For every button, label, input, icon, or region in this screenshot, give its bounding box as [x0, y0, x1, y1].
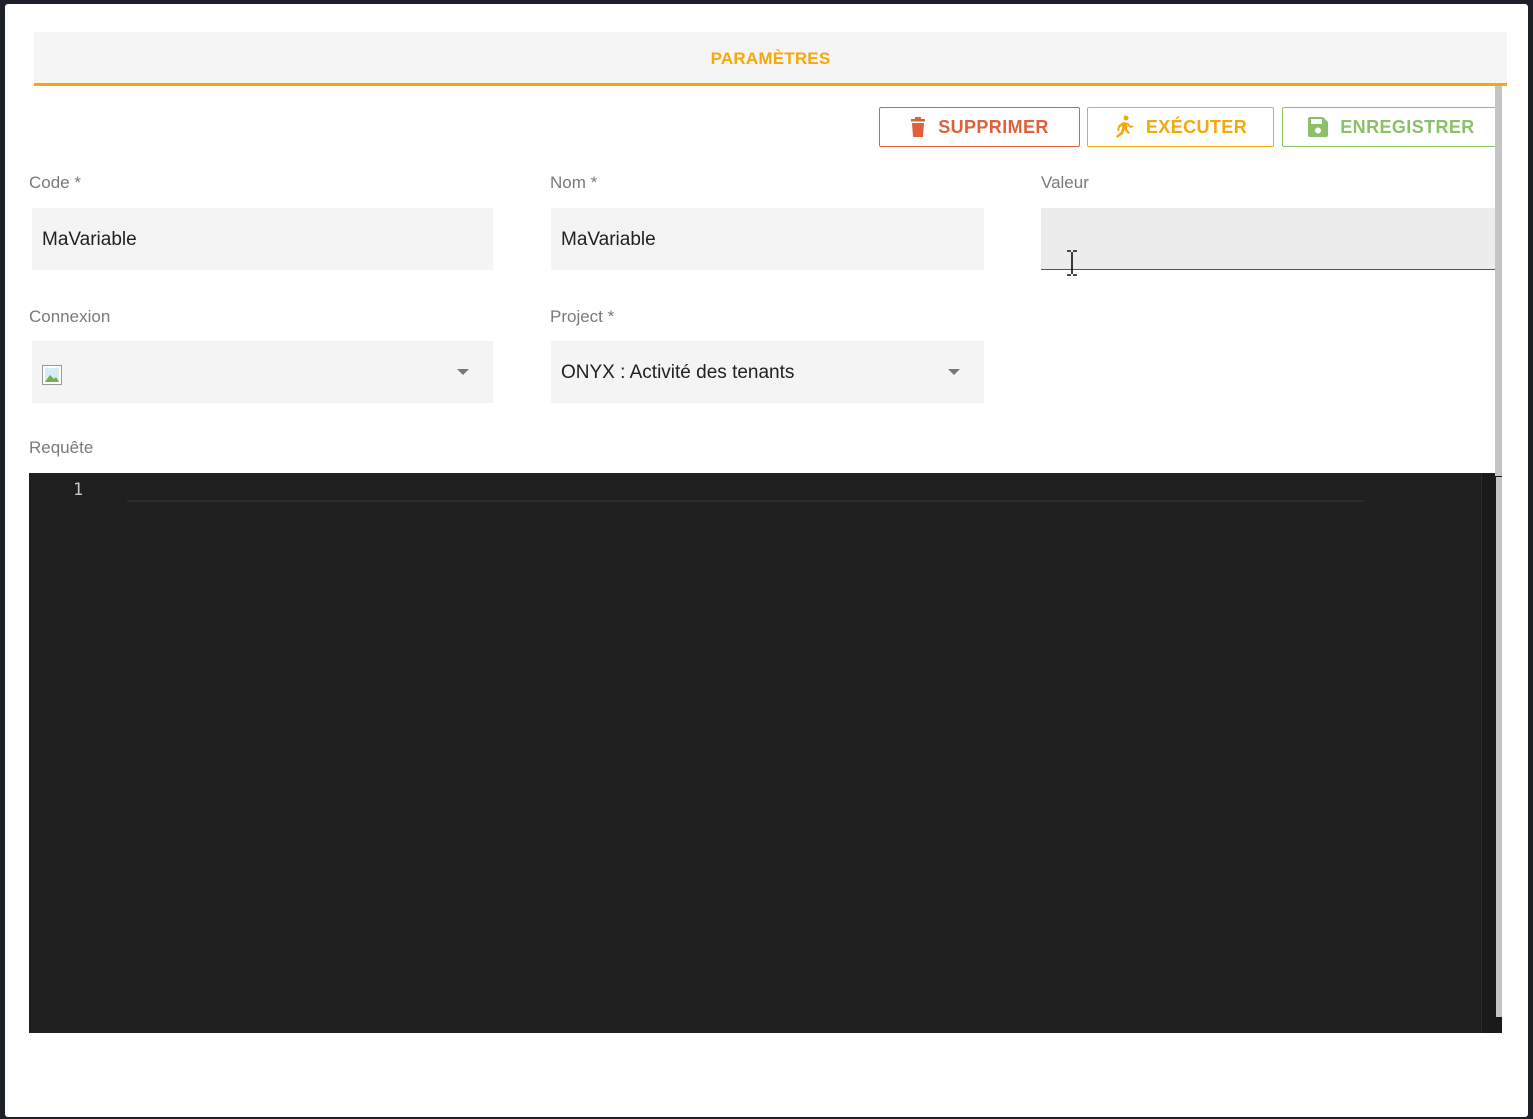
project-label: Project * [550, 307, 615, 326]
save-button-label: ENREGISTRER [1340, 116, 1475, 137]
delete-button-label: SUPPRIMER [938, 116, 1049, 137]
editor-active-line[interactable] [127, 476, 1364, 502]
tab-parametres[interactable]: PARAMÈTRES [34, 49, 1507, 69]
nom-value: MaVariable [561, 229, 656, 250]
connexion-select[interactable] [32, 341, 493, 403]
nom-field[interactable]: MaVariable [551, 208, 984, 270]
requete-label: Requête [29, 438, 94, 457]
trash-icon [910, 117, 926, 137]
editor-scrollbar[interactable] [1481, 473, 1502, 1033]
floppy-disk-icon [1308, 117, 1329, 137]
code-label: Code * [29, 173, 81, 192]
dialog-window: PARAMÈTRES SUPPRIMER EXÉCUTER ENREGISTRE… [5, 4, 1528, 1117]
page-scrollbar-thumb[interactable] [1495, 86, 1502, 476]
valeur-field[interactable] [1041, 208, 1502, 270]
line-number: 1 [73, 480, 84, 500]
execute-button-label: EXÉCUTER [1145, 116, 1248, 137]
nom-label: Nom * [550, 173, 598, 192]
broken-image-icon [42, 365, 62, 385]
tab-bar: PARAMÈTRES [34, 32, 1507, 86]
project-value: ONYX : Activité des tenants [561, 362, 795, 383]
connexion-label: Connexion [29, 307, 111, 326]
valeur-label: Valeur [1041, 173, 1089, 192]
editor-scrollbar-thumb[interactable] [1496, 477, 1502, 1017]
save-button[interactable]: ENREGISTRER [1282, 107, 1501, 147]
runner-icon [1114, 115, 1134, 139]
execute-button[interactable]: EXÉCUTER [1087, 107, 1274, 147]
text-cursor-icon [1066, 250, 1078, 276]
project-select[interactable]: ONYX : Activité des tenants [551, 341, 984, 403]
query-editor[interactable]: 1 [29, 473, 1502, 1033]
code-value: MaVariable [42, 229, 137, 250]
code-field[interactable]: MaVariable [32, 208, 493, 270]
delete-button[interactable]: SUPPRIMER [879, 107, 1080, 147]
chevron-down-icon[interactable] [948, 369, 960, 375]
chevron-down-icon[interactable] [457, 369, 469, 375]
